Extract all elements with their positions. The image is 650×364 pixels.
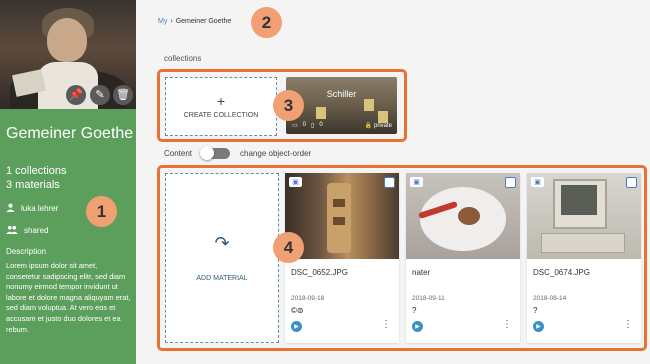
trash-icon[interactable]: 🗑 [113,85,133,105]
collection-card-stats: ▭ 0 ▯ 0 [292,122,323,129]
owner-name: luka lehrer [21,204,59,213]
add-material-button[interactable]: ↷ ADD MATERIAL [165,173,279,343]
material-thumbnail [527,173,641,259]
pin-icon[interactable]: 📌 [66,85,86,105]
material-title: DSC_0652.JPG [291,268,348,277]
material-title: DSC_0674.JPG [533,268,590,277]
privacy-badge: 🔒 private [364,123,392,129]
create-collection-button[interactable]: + CREATE COLLECTION [165,77,277,136]
main-content: My › Gemeiner Goethe collections + CREAT… [136,0,650,364]
content-order-row: Content change object-order [164,146,312,160]
select-checkbox[interactable] [384,177,395,188]
callout-badge-3: 3 [273,90,304,121]
description-text: Lorem ipsum dolor sit amet, consetetur s… [6,261,131,334]
license-icons: ©⊜ [291,306,304,315]
materials-count: 3 materials [6,179,60,191]
file-icon: ▯ [311,123,315,129]
person-icon [6,203,15,214]
image-type-icon: ▣ [531,177,544,187]
plus-icon: + [216,93,226,109]
license-icons: ? [412,306,417,315]
more-menu-icon[interactable]: ⋮ [623,320,633,330]
material-date: 2018-09-11 [412,295,445,302]
collections-section-label: collections [164,54,202,63]
callout-badge-1: 1 [86,196,117,227]
collection-card-name: Schiller [326,89,357,99]
image-type-icon: ▣ [289,177,302,187]
group-icon [6,225,18,236]
object-order-label: change object-order [240,149,312,158]
callout-badge-4: 4 [273,232,304,263]
share-state: shared [24,226,49,235]
image-type-icon: ▣ [410,177,423,187]
callout-badge-2: 2 [251,7,282,38]
more-menu-icon[interactable]: ⋮ [381,320,391,330]
lock-icon: 🔒 [364,123,373,129]
collections-count: 1 collections [6,165,67,177]
owner-row: luka lehrer [6,203,58,214]
redo-arrow-icon: ↷ [214,232,230,253]
create-collection-label: CREATE COLLECTION [183,112,259,119]
play-icon[interactable]: ▶ [291,321,302,332]
material-date: 2018-09-18 [291,295,325,302]
content-label: Content [164,149,193,158]
material-thumbnail [406,173,520,259]
pencil-icon[interactable]: ✎ [90,85,110,105]
material-card[interactable]: ▣ DSC_0652.JPG 2018-09-18 ©⊜ ▶ ⋮ [285,173,399,343]
collection-sidebar: 📌 ✎ 🗑 Gemeiner Goethe 1 collections 3 ma… [0,0,136,364]
breadcrumb-current: Gemeiner Goethe [175,18,232,25]
select-checkbox[interactable] [505,177,516,188]
folder-icon: ▭ [292,123,298,129]
description-label: Description [6,247,47,256]
breadcrumb: My › Gemeiner Goethe [158,18,231,25]
play-icon[interactable]: ▶ [412,321,423,332]
more-menu-icon[interactable]: ⋮ [502,320,512,330]
select-checkbox[interactable] [626,177,637,188]
material-card[interactable]: ▣ DSC_0674.JPG 2018-08-14 ? ▶ ⋮ [527,173,641,343]
material-card[interactable]: ▣ nater 2018-09-11 ? ▶ ⋮ [406,173,520,343]
breadcrumb-separator: › [170,18,173,25]
collection-title: Gemeiner Goethe [6,125,134,142]
share-row: shared [6,225,48,236]
license-icons: ? [533,306,538,315]
material-title: nater [412,268,431,277]
play-icon[interactable]: ▶ [533,321,544,332]
breadcrumb-root[interactable]: My [158,18,167,25]
add-material-label: ADD MATERIAL [196,274,248,282]
object-order-toggle[interactable] [200,146,231,160]
material-date: 2018-08-14 [533,295,567,302]
